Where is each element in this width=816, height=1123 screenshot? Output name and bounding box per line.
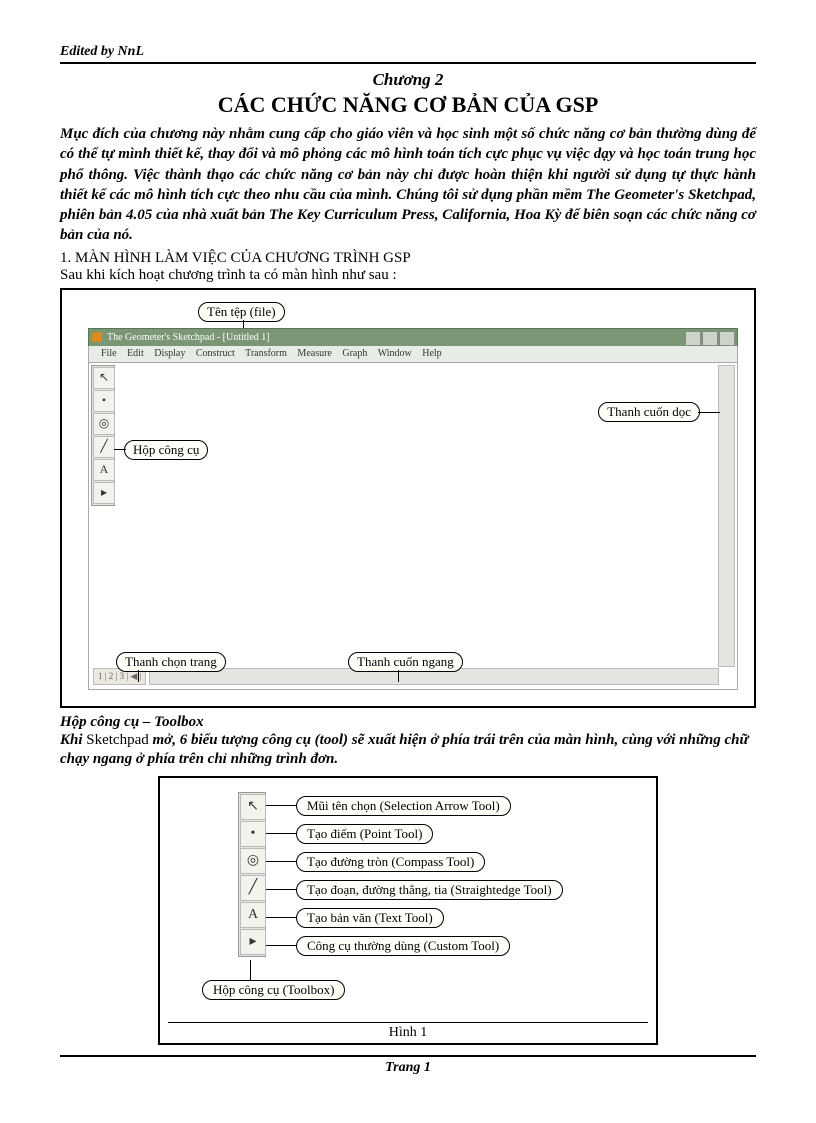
label-arrow-tool: Mũi tên chọn (Selection Arrow Tool)	[296, 796, 511, 816]
callout-hscroll: Thanh cuốn ngang	[348, 652, 463, 672]
tool-text[interactable]: A	[93, 459, 115, 481]
tool-arrow[interactable]: ↖	[93, 367, 115, 389]
maximize-button[interactable]	[702, 331, 718, 346]
menu-display[interactable]: Display	[154, 348, 185, 359]
menu-help[interactable]: Help	[422, 348, 441, 359]
gsp-titlebar-text: The Geometer's Sketchpad - [Untitled 1]	[107, 332, 270, 343]
gsp-menubar: File Edit Display Construct Transform Me…	[88, 346, 738, 363]
leader-line	[266, 945, 296, 946]
menu-file[interactable]: File	[101, 348, 117, 359]
toolbox-column: ↖ • ◎ ╱ A ▸	[238, 792, 266, 957]
callout-vscroll: Thanh cuốn dọc	[598, 402, 700, 422]
toolbox-description: Khi Sketchpad mở, 6 biểu tượng công cụ (…	[60, 731, 756, 770]
label-compass-tool: Tạo đường tròn (Compass Tool)	[296, 852, 485, 872]
page-title: CÁC CHỨC NĂNG CƠ BẢN CỦA GSP	[60, 92, 756, 118]
label-custom-tool: Công cụ thường dùng (Custom Tool)	[296, 936, 510, 956]
leader-line	[266, 917, 296, 918]
figure-gsp-window: Tên tệp (file) The Geometer's Sketchpad …	[60, 288, 756, 708]
leader-line	[266, 805, 296, 806]
menu-graph[interactable]: Graph	[342, 348, 367, 359]
menu-window[interactable]: Window	[378, 348, 412, 359]
leader-line	[266, 889, 296, 890]
close-button[interactable]	[719, 331, 735, 346]
section-1-heading: 1. MÀN HÌNH LÀM VIỆC CỦA CHƯƠNG TRÌNH GS…	[60, 250, 756, 267]
leader-line	[266, 861, 296, 862]
page-footer: Trang 1	[60, 1055, 756, 1076]
label-toolbox: Hộp công cụ (Toolbox)	[202, 980, 345, 1000]
menu-edit[interactable]: Edit	[127, 348, 144, 359]
tool-custom[interactable]: ▸	[240, 929, 266, 955]
desc-app: Sketchpad	[86, 732, 148, 748]
tool-point[interactable]: •	[240, 821, 266, 847]
leader-line	[138, 670, 139, 682]
leader-line	[398, 670, 399, 682]
label-straightedge-tool: Tạo đoạn, đường thẳng, tia (Straightedge…	[296, 880, 563, 900]
menu-construct[interactable]: Construct	[196, 348, 235, 359]
leader-line	[114, 449, 126, 450]
window-buttons	[685, 331, 735, 346]
toolbox-subtitle: Hộp công cụ – Toolbox	[60, 714, 756, 731]
tool-straightedge[interactable]: ╱	[93, 436, 115, 458]
leader-line	[698, 412, 720, 413]
menu-measure[interactable]: Measure	[297, 348, 331, 359]
chapter-label: Chương 2	[60, 70, 756, 90]
figure-toolbox: ↖ • ◎ ╱ A ▸ Mũi tên chọn (Selection Arro…	[158, 776, 658, 1045]
minimize-button[interactable]	[685, 331, 701, 346]
menu-transform[interactable]: Transform	[245, 348, 287, 359]
label-point-tool: Tạo điểm (Point Tool)	[296, 824, 433, 844]
callout-file-title: Tên tệp (file)	[198, 302, 285, 322]
section-1-subtext: Sau khi kích hoạt chương trình ta có màn…	[60, 267, 756, 284]
tool-arrow[interactable]: ↖	[240, 794, 266, 820]
callout-toolbox: Hộp công cụ	[124, 440, 208, 460]
header-edited-by: Edited by NnL	[60, 44, 756, 64]
tool-compass[interactable]: ◎	[240, 848, 266, 874]
tool-compass[interactable]: ◎	[93, 413, 115, 435]
tool-straightedge[interactable]: ╱	[240, 875, 266, 901]
figure-caption: Hình 1	[168, 1022, 648, 1041]
vertical-scrollbar[interactable]	[718, 365, 735, 667]
callout-pagesel: Thanh chọn trang	[116, 652, 226, 672]
intro-paragraph: Mục đích của chương này nhằm cung cấp ch…	[60, 124, 756, 246]
gsp-toolbox: ↖ • ◎ ╱ A ▸	[91, 365, 115, 506]
leader-line	[266, 833, 296, 834]
tool-text[interactable]: A	[240, 902, 266, 928]
leader-line	[250, 960, 251, 982]
tool-point[interactable]: •	[93, 390, 115, 412]
gsp-titlebar: The Geometer's Sketchpad - [Untitled 1]	[88, 328, 738, 348]
desc-prefix: Khi	[60, 732, 86, 748]
desc-rest: mở, 6 biểu tượng công cụ (tool) sẽ xuất …	[60, 732, 748, 768]
tool-custom[interactable]: ▸	[93, 482, 115, 504]
label-text-tool: Tạo bản văn (Text Tool)	[296, 908, 444, 928]
